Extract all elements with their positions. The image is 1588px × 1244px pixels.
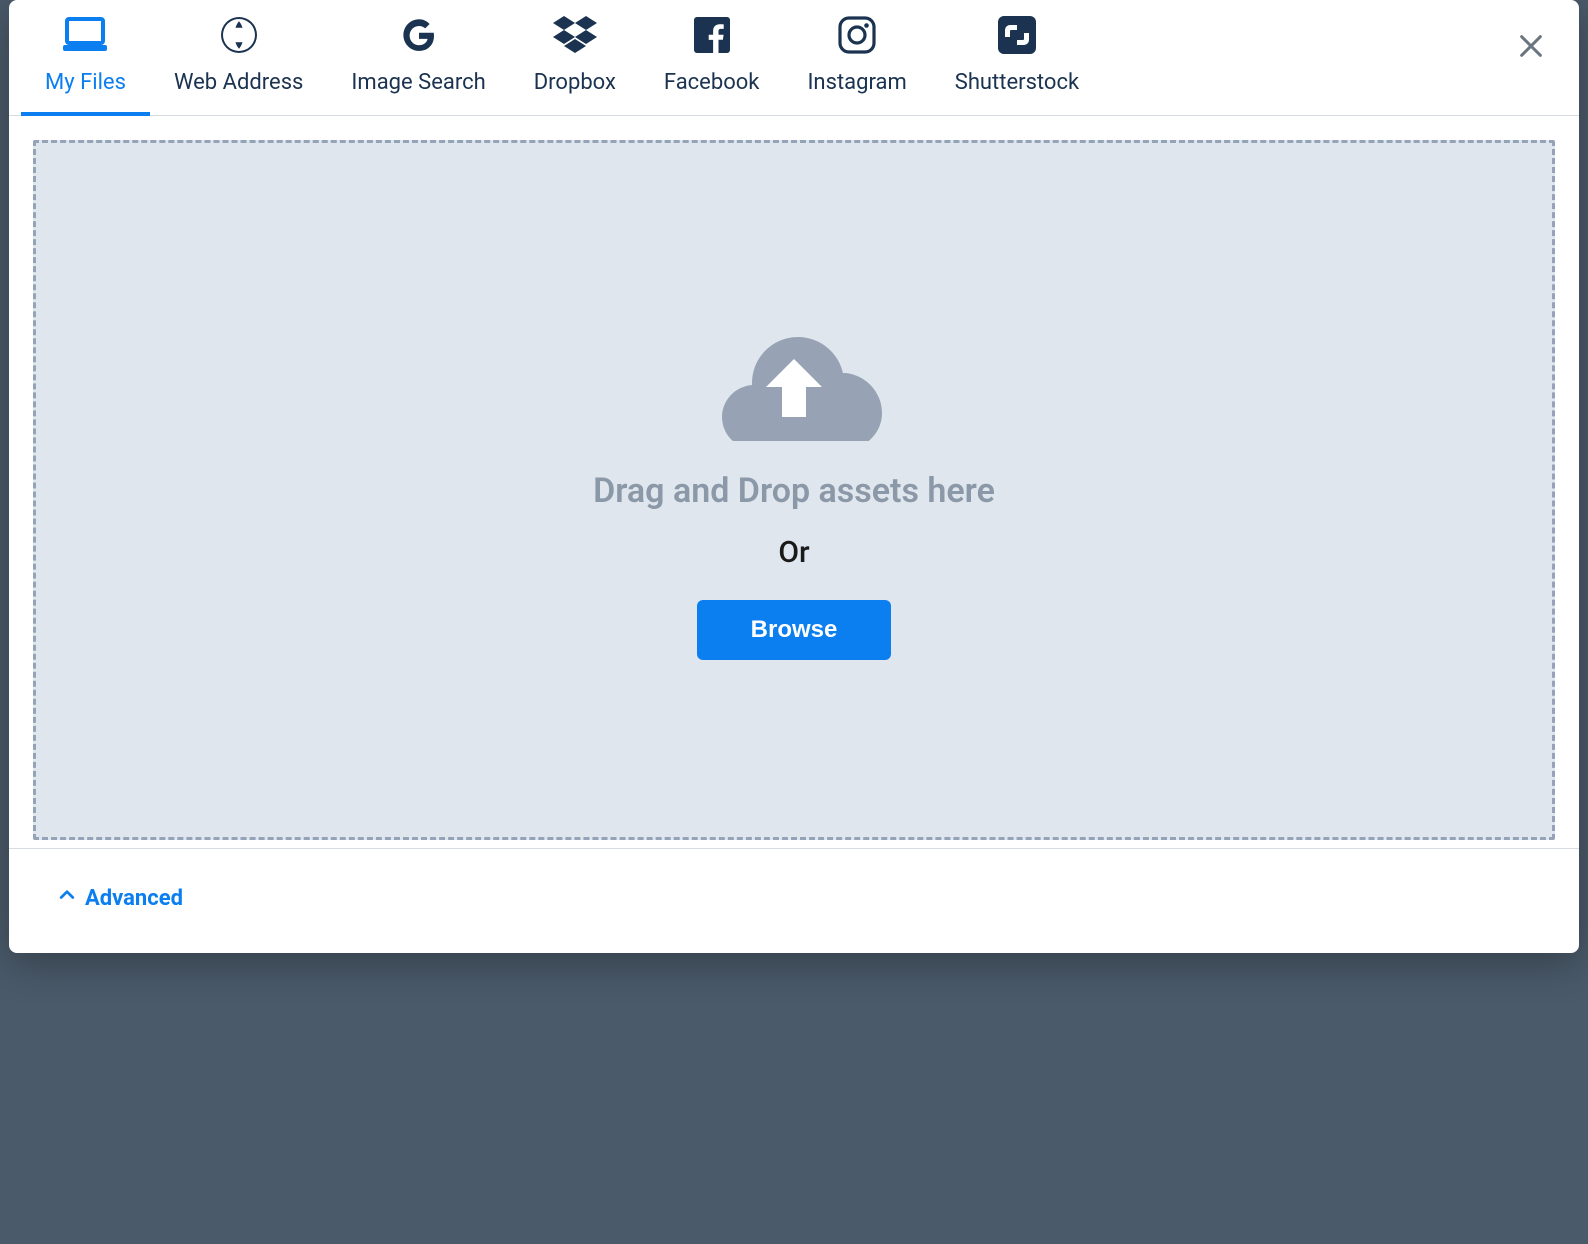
shutterstock-icon [998,14,1036,56]
tab-dropbox[interactable]: Dropbox [510,0,640,115]
tab-facebook[interactable]: Facebook [640,0,784,115]
advanced-toggle[interactable]: Advanced [57,885,183,911]
dropzone-instruction: Drag and Drop assets here [593,471,995,511]
source-tabs: My Files Web Address Image Search Dropbo… [9,0,1579,116]
upload-modal: My Files Web Address Image Search Dropbo… [9,0,1579,953]
laptop-icon [61,14,109,56]
close-icon [1517,32,1545,64]
tab-instagram[interactable]: Instagram [783,0,930,115]
browse-button[interactable]: Browse [697,600,892,660]
instagram-icon [838,14,876,56]
google-g-icon [401,14,437,56]
tab-label: Shutterstock [955,70,1079,95]
tab-label: Web Address [174,70,303,95]
tab-label: Facebook [664,70,760,95]
facebook-icon [694,14,730,56]
cloud-upload-icon [704,321,884,441]
tab-label: Instagram [807,70,906,95]
tab-label: My Files [45,70,126,95]
dropzone-or: Or [778,535,809,570]
tab-image-search[interactable]: Image Search [327,0,509,115]
dropzone[interactable]: Drag and Drop assets here Or Browse [33,140,1555,840]
close-button[interactable] [1511,28,1551,68]
tab-label: Image Search [351,70,485,95]
tab-shutterstock[interactable]: Shutterstock [931,0,1103,115]
chevron-up-icon [57,885,77,911]
tab-label: Dropbox [534,70,616,95]
advanced-label: Advanced [85,886,183,911]
dropbox-icon [553,14,597,56]
dropzone-container: Drag and Drop assets here Or Browse [9,116,1579,848]
tab-my-files[interactable]: My Files [21,0,150,115]
globe-icon [219,14,259,56]
modal-footer: Advanced [9,848,1579,953]
tab-web-address[interactable]: Web Address [150,0,327,115]
